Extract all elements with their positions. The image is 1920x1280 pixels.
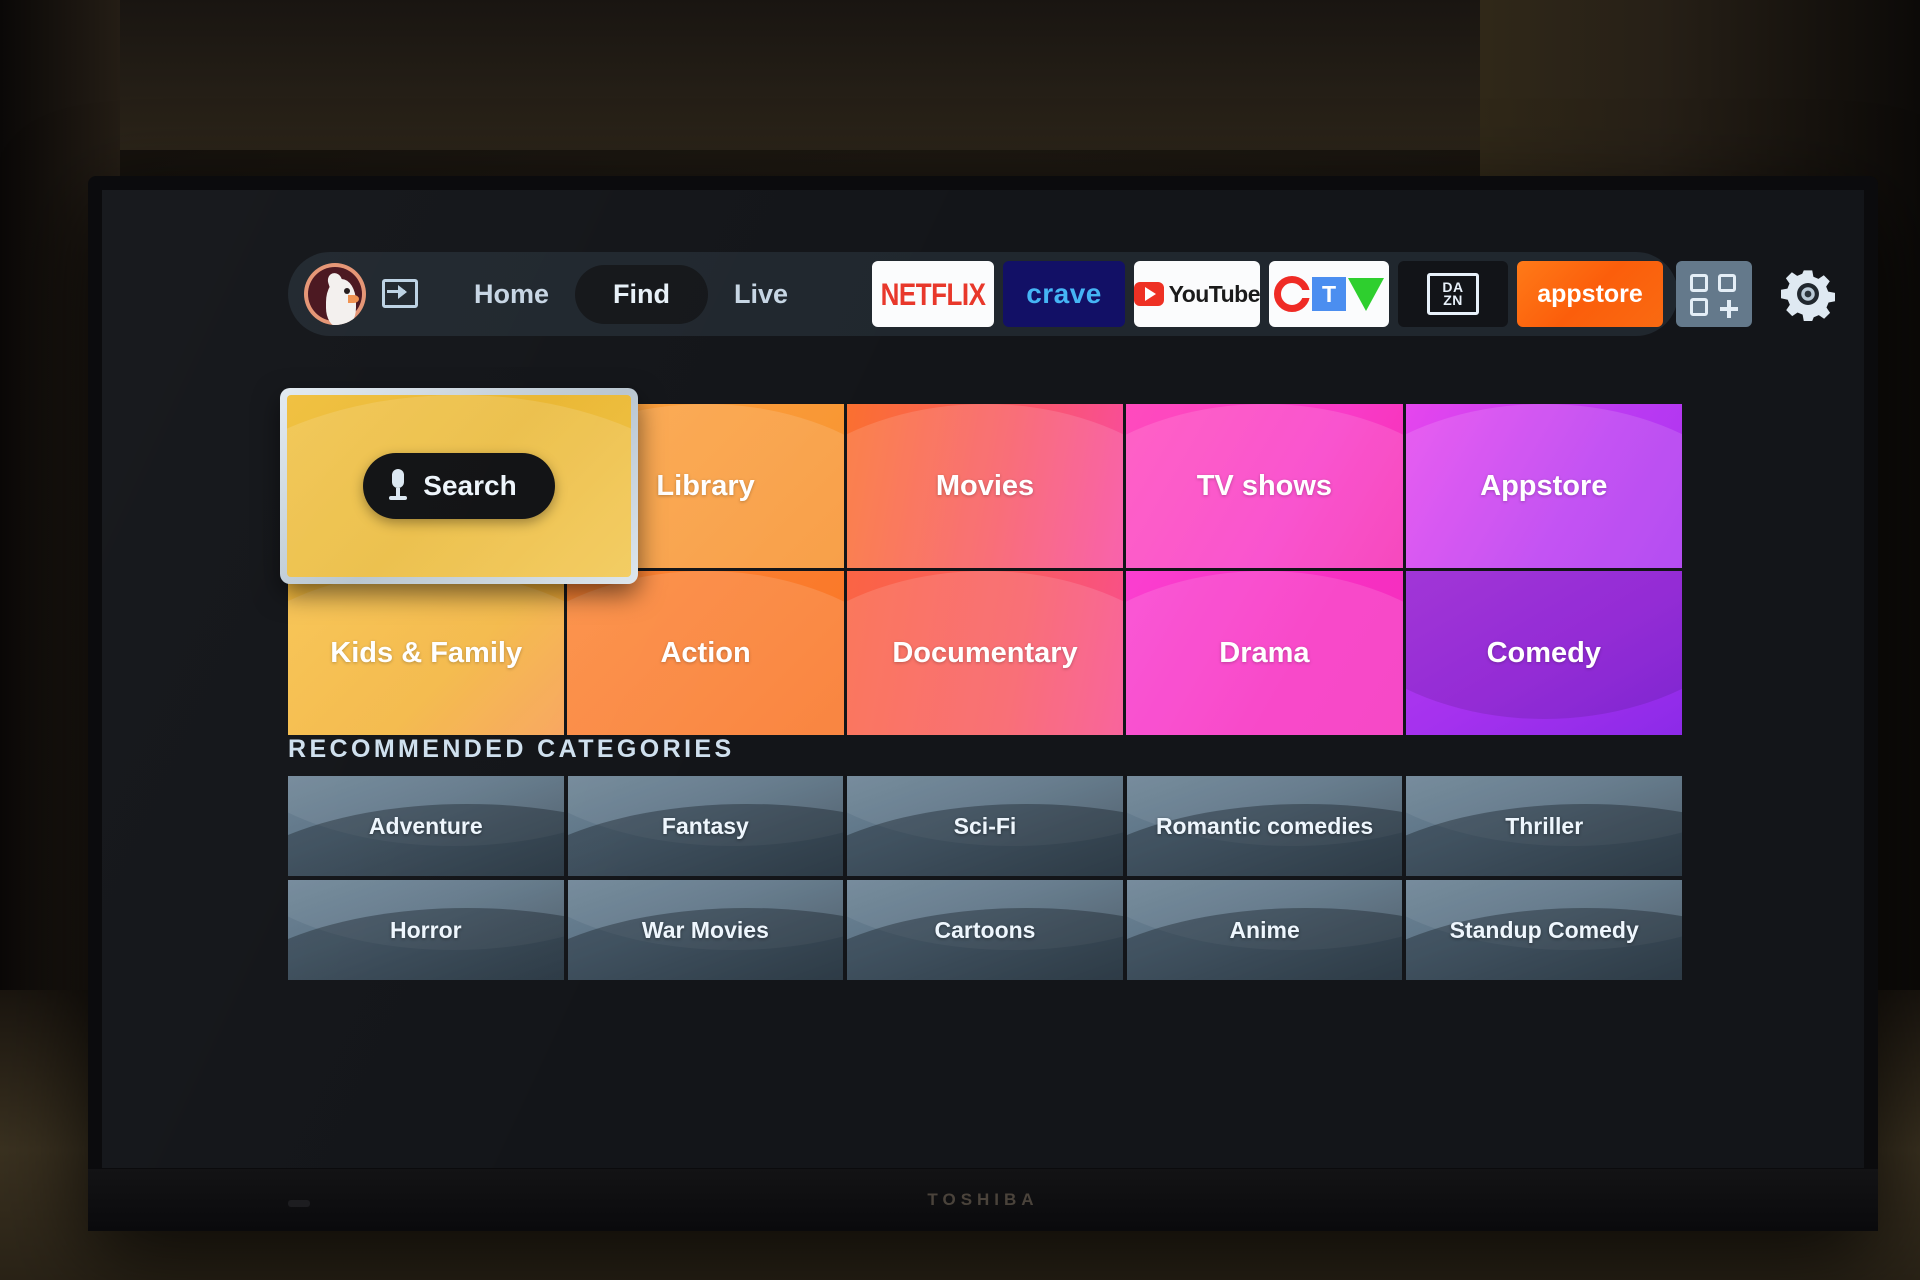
rec-tile-label: Cartoons [934,916,1036,943]
microphone-capsule [392,469,405,488]
rec-tile-sci-fi[interactable]: Sci-Fi [847,776,1123,876]
search-button[interactable]: Search [363,453,555,519]
tile-appstore[interactable]: Appstore [1405,404,1682,568]
input-source-icon[interactable] [378,274,422,314]
tile-action[interactable]: Action [567,571,844,735]
tile-drama[interactable]: Drama [1126,571,1403,735]
gear-icon[interactable] [1781,267,1836,321]
rec-tile-adventure[interactable]: Adventure [288,776,564,876]
tv-bottom-bezel: TOSHIBA [88,1169,1878,1231]
rec-tile-anime[interactable]: Anime [1126,880,1403,980]
rec-tile-label: War Movies [641,916,769,943]
nav-item-live[interactable]: Live [708,279,814,310]
tile-search[interactable]: Search [287,395,631,577]
tile-movies[interactable]: Movies [846,404,1124,568]
television: Home Find Live NETFLIX crave YouTube T D… [88,176,1878,1231]
avatar-beak [348,295,359,303]
tv-screen: Home Find Live NETFLIX crave YouTube T D… [102,190,1864,1168]
rec-tile-fantasy[interactable]: Fantasy [567,776,844,876]
tile-label: Comedy [1486,636,1601,669]
rec-tile-horror[interactable]: Horror [288,880,564,980]
input-source-arrow [387,285,407,299]
youtube-logo-text: YouTube [1168,280,1261,307]
rec-tile-label: Romantic comedies [1155,812,1374,839]
rec-tile-cartoons[interactable]: Cartoons [847,880,1123,980]
tile-tv-shows[interactable]: TV shows [1126,404,1403,568]
tile-label: Documentary [892,636,1078,669]
crave-logo-text: crave [1026,278,1102,309]
app-shortcut-row: NETFLIX crave YouTube T DA ZN appstore [872,261,1836,327]
dazn-logo-box: DA ZN [1427,273,1480,315]
rec-tile-label: Anime [1229,916,1300,943]
tile-label: Library [656,469,755,502]
tile-label: TV shows [1196,469,1333,502]
rec-tile-label: Sci-Fi [953,812,1017,839]
tile-label: Kids & Family [330,636,523,669]
apps-grid-square-2 [1718,274,1737,292]
recommended-categories-grid: Adventure Fantasy Sci-Fi Romantic comedi… [288,776,1682,980]
tile-comedy[interactable]: Comedy [1405,571,1682,735]
nav-item-home[interactable]: Home [448,279,575,310]
recommended-categories-heading: RECOMMENDED CATEGORIES [288,735,735,763]
apps-grid-add-icon[interactable] [1676,261,1753,327]
top-navigation-bar: Home Find Live NETFLIX crave YouTube T D… [288,252,1836,336]
app-netflix[interactable]: NETFLIX [872,261,995,327]
appstore-logo-text: appstore [1537,279,1643,308]
tile-label: Action [660,636,751,669]
apps-grid-square-1 [1690,274,1709,292]
ctv-v-icon [1348,277,1385,311]
microphone-base [389,496,408,500]
tv-brand-logo: TOSHIBA [927,1190,1039,1209]
apps-grid-plus-icon [1720,300,1739,318]
ir-receiver [288,1200,310,1207]
app-crave[interactable]: crave [1003,261,1126,327]
search-tile-focus-ring: Search [280,388,638,584]
tile-label: Appstore [1480,469,1608,502]
tile-label: Drama [1219,636,1310,669]
app-ctv[interactable]: T [1269,261,1390,327]
rec-tile-label: Fantasy [661,812,749,839]
rec-tile-label: Horror [390,916,462,943]
rec-tile-standup-comedy[interactable]: Standup Comedy [1406,880,1682,980]
search-button-label: Search [423,470,517,501]
dazn-logo-bottom: ZN [1443,292,1463,308]
rec-tile-label: Standup Comedy [1449,916,1639,943]
rec-tile-thriller[interactable]: Thriller [1406,776,1682,876]
app-youtube[interactable]: YouTube [1134,261,1261,327]
avatar-eye [344,288,350,294]
ctv-t-icon: T [1312,277,1347,311]
rec-tile-romantic-comedies[interactable]: Romantic comedies [1126,776,1403,876]
app-dazn[interactable]: DA ZN [1398,261,1509,327]
tile-label: Movies [935,469,1035,502]
microphone-stem [396,488,401,496]
tile-kids-and-family[interactable]: Kids & Family [288,571,565,735]
nav-item-find[interactable]: Find [575,264,708,324]
ctv-c-icon [1274,276,1311,312]
rec-tile-war-movies[interactable]: War Movies [567,880,844,980]
rec-tile-label: Adventure [368,812,483,839]
netflix-logo-text: NETFLIX [880,275,986,312]
app-appstore[interactable]: appstore [1517,261,1664,327]
rec-tile-label: Thriller [1505,812,1584,839]
apps-grid-square-3 [1690,298,1709,316]
youtube-play-icon [1134,282,1164,306]
user-avatar[interactable] [304,263,366,325]
microphone-icon [389,469,408,503]
tile-documentary[interactable]: Documentary [846,571,1124,735]
